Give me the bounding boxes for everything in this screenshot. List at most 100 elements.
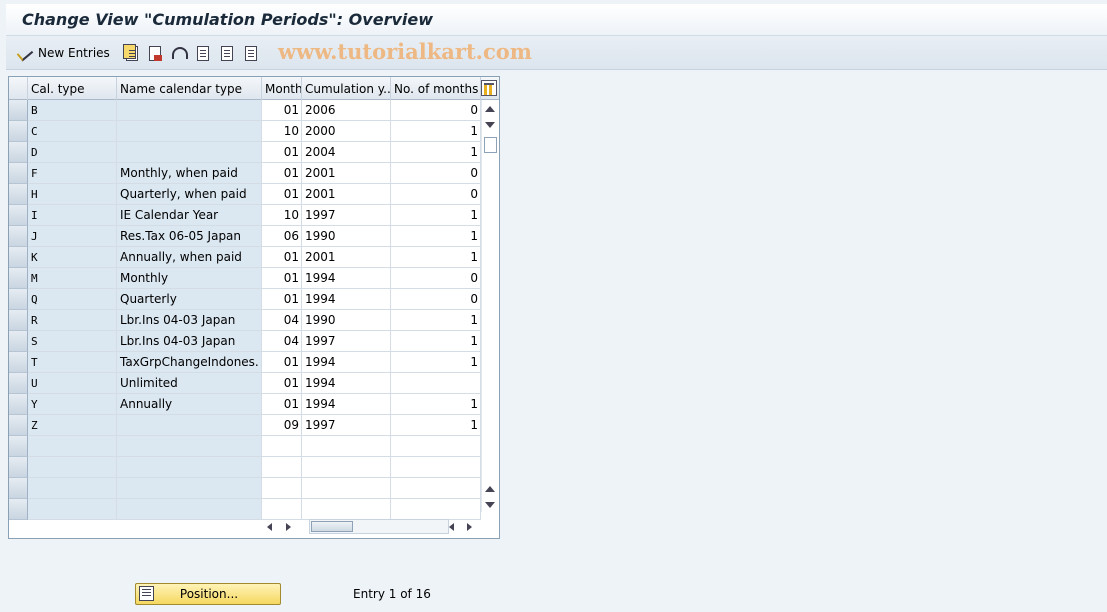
scroll-thumb[interactable] xyxy=(484,137,497,153)
scroll-up-icon[interactable] xyxy=(485,106,495,112)
cell-month[interactable]: 01 xyxy=(262,289,302,310)
cell-cumulation-year[interactable] xyxy=(302,478,391,499)
cell-cumulation-year[interactable]: 2004 xyxy=(302,142,391,163)
cell-no-of-months[interactable]: 1 xyxy=(391,205,481,226)
row-selector[interactable] xyxy=(9,310,28,331)
cell-month[interactable]: 01 xyxy=(262,394,302,415)
scroll-right-icon[interactable] xyxy=(286,523,291,531)
cell-cumulation-year[interactable]: 2000 xyxy=(302,121,391,142)
cell-cumulation-year[interactable]: 2006 xyxy=(302,100,391,121)
cell-no-of-months[interactable]: 0 xyxy=(391,289,481,310)
row-selector[interactable] xyxy=(9,394,28,415)
cell-no-of-months[interactable]: 1 xyxy=(391,415,481,436)
undo-button[interactable] xyxy=(172,44,188,62)
row-selector[interactable] xyxy=(9,163,28,184)
delete-button[interactable] xyxy=(149,44,162,62)
cell-cumulation-year[interactable]: 1994 xyxy=(302,373,391,394)
cell-no-of-months[interactable]: 1 xyxy=(391,394,481,415)
cell-cumulation-year[interactable]: 2001 xyxy=(302,163,391,184)
cell-month[interactable] xyxy=(262,478,302,499)
row-selector[interactable] xyxy=(9,226,28,247)
cell-month[interactable]: 01 xyxy=(262,163,302,184)
row-selector[interactable] xyxy=(9,352,28,373)
select-all-column-header[interactable] xyxy=(9,77,28,100)
cell-month[interactable]: 01 xyxy=(262,268,302,289)
cell-no-of-months[interactable] xyxy=(391,436,481,457)
table-settings-icon[interactable] xyxy=(481,80,497,96)
row-selector[interactable] xyxy=(9,247,28,268)
row-selector[interactable] xyxy=(9,478,28,499)
cell-no-of-months[interactable]: 0 xyxy=(391,163,481,184)
cell-month[interactable] xyxy=(262,436,302,457)
row-selector[interactable] xyxy=(9,373,28,394)
cell-no-of-months[interactable]: 0 xyxy=(391,100,481,121)
row-selector[interactable] xyxy=(9,499,28,520)
scroll-page-up-icon[interactable] xyxy=(485,486,495,492)
cell-no-of-months[interactable]: 1 xyxy=(391,226,481,247)
cell-no-of-months[interactable] xyxy=(391,457,481,478)
cell-no-of-months[interactable] xyxy=(391,499,481,520)
row-selector[interactable] xyxy=(9,100,28,121)
row-selector[interactable] xyxy=(9,268,28,289)
col-header-cumulation-year[interactable]: Cumulation y... xyxy=(302,77,391,100)
cell-month[interactable]: 06 xyxy=(262,226,302,247)
cell-no-of-months[interactable]: 0 xyxy=(391,184,481,205)
cell-no-of-months[interactable] xyxy=(391,373,481,394)
cell-cumulation-year[interactable]: 1994 xyxy=(302,394,391,415)
cell-no-of-months[interactable]: 0 xyxy=(391,268,481,289)
row-selector[interactable] xyxy=(9,289,28,310)
cell-no-of-months[interactable]: 1 xyxy=(391,331,481,352)
cell-cumulation-year[interactable]: 1997 xyxy=(302,205,391,226)
cell-month[interactable]: 01 xyxy=(262,352,302,373)
cell-cumulation-year[interactable] xyxy=(302,436,391,457)
cell-cumulation-year[interactable] xyxy=(302,457,391,478)
row-selector[interactable] xyxy=(9,121,28,142)
cell-month[interactable]: 04 xyxy=(262,310,302,331)
horizontal-scrollbar[interactable] xyxy=(309,519,449,534)
col-header-name-calendar-type[interactable]: Name calendar type xyxy=(117,77,262,100)
scroll-right-end-icon[interactable] xyxy=(467,523,472,531)
cell-month[interactable]: 01 xyxy=(262,247,302,268)
col-header-cal-type[interactable]: Cal. type xyxy=(28,77,117,100)
cell-cumulation-year[interactable]: 1997 xyxy=(302,331,391,352)
select-block-button[interactable] xyxy=(221,44,233,62)
cell-cumulation-year[interactable] xyxy=(302,499,391,520)
row-selector[interactable] xyxy=(9,436,28,457)
cell-month[interactable]: 01 xyxy=(262,184,302,205)
copy-as-button[interactable] xyxy=(123,43,138,62)
cell-no-of-months[interactable] xyxy=(391,478,481,499)
cell-cumulation-year[interactable]: 1994 xyxy=(302,268,391,289)
cell-cumulation-year[interactable]: 1990 xyxy=(302,310,391,331)
row-selector[interactable] xyxy=(9,331,28,352)
cell-month[interactable] xyxy=(262,499,302,520)
cell-cumulation-year[interactable]: 1994 xyxy=(302,289,391,310)
cell-month[interactable]: 01 xyxy=(262,100,302,121)
position-button[interactable]: Position... xyxy=(135,583,281,605)
cell-month[interactable]: 10 xyxy=(262,205,302,226)
cell-month[interactable]: 01 xyxy=(262,142,302,163)
cell-month[interactable]: 10 xyxy=(262,121,302,142)
scroll-down-icon[interactable] xyxy=(485,122,495,128)
cell-month[interactable]: 01 xyxy=(262,373,302,394)
row-selector[interactable] xyxy=(9,415,28,436)
cell-month[interactable]: 09 xyxy=(262,415,302,436)
deselect-all-button[interactable] xyxy=(245,44,257,62)
cell-cumulation-year[interactable]: 1997 xyxy=(302,415,391,436)
row-selector[interactable] xyxy=(9,184,28,205)
scroll-left-end-icon[interactable] xyxy=(449,523,454,531)
cell-cumulation-year[interactable]: 2001 xyxy=(302,247,391,268)
vertical-scrollbar[interactable] xyxy=(481,100,499,512)
new-entries-button[interactable]: New Entries xyxy=(16,44,110,62)
col-header-month[interactable]: Month xyxy=(262,77,302,100)
row-selector[interactable] xyxy=(9,457,28,478)
cell-cumulation-year[interactable]: 2001 xyxy=(302,184,391,205)
row-selector[interactable] xyxy=(9,142,28,163)
cell-no-of-months[interactable]: 1 xyxy=(391,142,481,163)
cell-no-of-months[interactable]: 1 xyxy=(391,121,481,142)
cell-cumulation-year[interactable]: 1994 xyxy=(302,352,391,373)
cell-month[interactable]: 04 xyxy=(262,331,302,352)
cell-no-of-months[interactable]: 1 xyxy=(391,247,481,268)
horizontal-scroll-thumb[interactable] xyxy=(311,521,353,532)
cell-month[interactable] xyxy=(262,457,302,478)
col-header-no-of-months[interactable]: No. of months xyxy=(391,77,481,100)
